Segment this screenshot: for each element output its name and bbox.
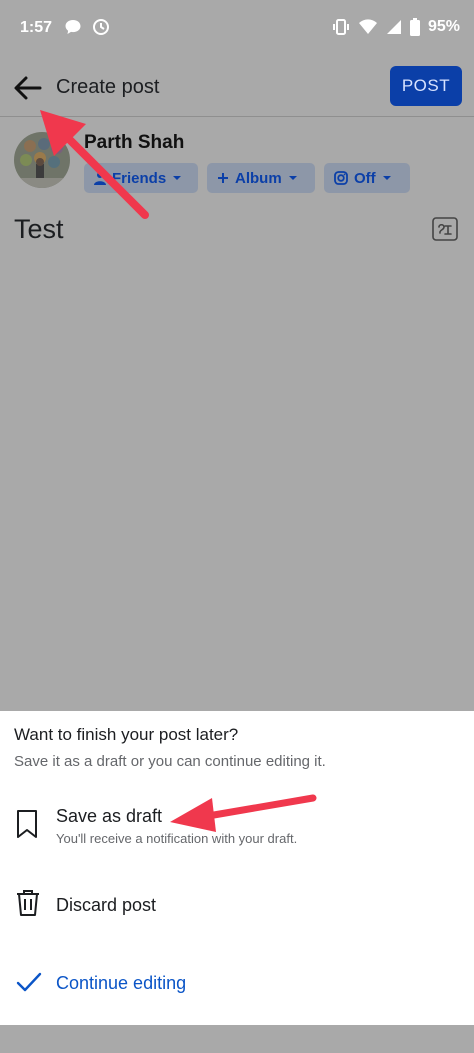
sheet-title: Want to finish your post later? [14,725,239,744]
user-name: Parth Shah [84,132,185,153]
top-app-bar: Create post POST [0,58,474,117]
discard-post-option[interactable]: Discard post [0,879,474,935]
chip-label: Off [354,169,376,187]
status-time: 1:57 [20,19,53,36]
vibrate-icon [332,19,349,35]
wifi-icon [358,19,377,34]
post-text-input[interactable]: Test [14,214,64,245]
album-chip[interactable]: Album [207,163,315,193]
audience-friends-chip[interactable]: Friends [84,163,198,193]
save-as-draft-description: You'll receive a notification with your … [56,831,298,846]
save-as-draft-label: Save as draft [56,806,163,826]
signal-icon [386,20,401,34]
plus-icon [218,173,228,183]
page-title: Create post [56,76,160,98]
battery-icon [409,18,420,36]
save-draft-bottom-sheet: Want to finish your post later? Save it … [0,711,474,1025]
recording-icon [93,19,109,35]
trash-icon [17,890,39,916]
status-notification-icons [64,18,110,36]
save-as-draft-option[interactable]: Save as draft You'll receive a notificat… [0,797,474,861]
chat-bubble-icon [65,20,81,34]
avatar [14,132,70,188]
continue-editing-label: Continue editing [56,973,187,993]
chip-label: Album [235,169,282,187]
status-bar: 1:57 95% [0,0,474,56]
person-icon [94,172,106,185]
status-system-icons: 95% [332,18,460,36]
sheet-subtitle: Save it as a draft or you can continue e… [14,753,326,770]
system-navigation-area [0,1025,474,1053]
instagram-icon [334,171,348,185]
caret-down-icon [382,176,391,180]
discard-post-label: Discard post [56,895,157,915]
checkmark-icon [16,972,42,992]
battery-percentage: 95% [427,18,460,35]
bookmark-icon [17,810,37,838]
caret-down-icon [288,176,297,180]
back-arrow-icon [14,76,42,100]
caret-down-icon [173,176,182,180]
chip-label: Friends [112,169,167,187]
back-button[interactable] [12,74,44,102]
continue-editing-option[interactable]: Continue editing [0,959,474,1009]
transliteration-icon[interactable] [432,217,458,241]
instagram-share-chip[interactable]: Off [324,163,410,193]
post-button[interactable]: POST [390,66,462,106]
